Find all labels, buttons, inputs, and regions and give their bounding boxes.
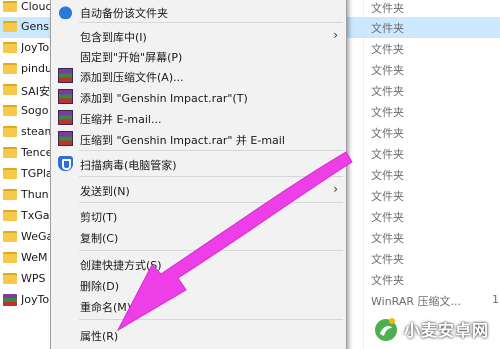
watermark: 小麦安卓网 [370,314,496,344]
file-name: Thun [21,188,49,201]
winrar-icon [58,110,73,125]
file-name: Tence [21,146,51,159]
folder-icon [3,231,17,242]
menu-item-label: 复制(C) [80,232,119,245]
winrar-icon [58,89,73,104]
menu-separator [79,150,343,151]
file-name: SAI安 [21,85,50,98]
menu-item-label: 删除(D) [80,280,120,293]
file-type: 文件夹 [371,232,404,245]
menu-item-label: 添加到 "Genshin Impact.rar"(T) [80,92,248,105]
file-type: WinRAR 压缩文... [371,295,462,308]
shield-icon [58,156,73,171]
menu-item-label: 压缩到 "Genshin Impact.rar" 并 E-mail [80,134,285,147]
menu-item-label: 包含到库中(I) [80,31,147,44]
file-type: 文件夹 [371,64,404,77]
menu-item-label: 创建快捷方式(S) [80,259,162,272]
folder-icon [3,168,17,179]
file-type: 文件夹 [371,127,404,140]
file-name: JoyTo [21,41,50,54]
folder-icon [3,63,17,74]
menu-item-rename[interactable]: 重命名(M) [51,295,346,316]
menu-separator [79,22,343,23]
file-name: WeGa [21,230,51,243]
folder-icon [3,21,17,32]
menu-item-label: 发送到(N) [80,185,130,198]
file-name: WPS [21,272,46,285]
menu-item-scan-virus[interactable]: 扫描病毒(电脑管家) [51,153,346,174]
folder-icon [3,126,17,137]
folder-icon [3,273,17,284]
menu-item-label: 重命名(M) [80,301,132,314]
menu-item-delete[interactable]: 删除(D) [51,274,346,295]
menu-item-label: 自动备份该文件夹 [80,7,168,20]
winrar-archive-icon [3,294,17,306]
menu-item-add-to-archive[interactable]: 添加到压缩文件(A)... [51,65,346,86]
file-name: Cloud [21,0,51,13]
folder-icon [3,189,17,200]
context-menu: 自动备份该文件夹 包含到库中(I) › 固定到"开始"屏幕(P) 添加到压缩文件… [50,0,347,349]
menu-item-send-to[interactable]: 发送到(N) › [51,179,346,200]
menu-item-compress-to-rar-email[interactable]: 压缩到 "Genshin Impact.rar" 并 E-mail [51,128,346,149]
file-type: 文件夹 [371,169,404,182]
file-name: TGPla [21,167,51,180]
file-name: Gens [21,20,49,33]
folder-icon [3,1,17,12]
file-name: Sogo [21,104,49,117]
file-name: TxGa [21,209,50,222]
folder-icon [3,147,17,158]
menu-item-label: 添加到压缩文件(A)... [80,71,184,84]
file-type: 文件夹 [371,106,404,119]
folder-icon [3,105,17,116]
file-size: 1, [492,293,500,306]
file-type: 文件夹 [371,211,404,224]
file-type: 文件夹 [371,85,404,98]
menu-item-properties[interactable]: 属性(R) [51,324,346,345]
winrar-icon [58,131,73,146]
file-type: 文件夹 [371,22,404,35]
file-type: 文件夹 [371,2,404,15]
menu-item-include-in-library[interactable]: 包含到库中(I) › [51,25,346,46]
file-type: 文件夹 [371,190,404,203]
menu-separator [79,319,343,320]
menu-item-label: 扫描病毒(电脑管家) [80,159,177,172]
menu-item-copy[interactable]: 复制(C) [51,226,346,247]
menu-item-label: 压缩并 E-mail... [80,113,162,126]
file-name: steam [21,125,51,138]
menu-item-label: 剪切(T) [80,211,118,224]
watermark-logo-icon [373,317,399,343]
file-type: 文件夹 [371,253,404,266]
menu-separator [79,202,343,203]
menu-item-add-to-genshin-rar[interactable]: 添加到 "Genshin Impact.rar"(T) [51,86,346,107]
file-name: WeM [21,251,48,264]
menu-separator [79,176,343,177]
winrar-icon [58,68,73,83]
menu-item-create-shortcut[interactable]: 创建快捷方式(S) [51,253,346,274]
folder-icon [3,210,17,221]
folder-icon [3,42,17,53]
chevron-right-icon: › [333,28,338,42]
menu-item-label: 固定到"开始"屏幕(P) [80,51,183,64]
menu-item-compress-email[interactable]: 压缩并 E-mail... [51,107,346,128]
menu-item-cut[interactable]: 剪切(T) [51,205,346,226]
file-type: 文件夹 [371,274,404,287]
cloud-backup-icon [58,4,73,19]
menu-separator [79,250,343,251]
menu-item-pin-to-start[interactable]: 固定到"开始"屏幕(P) [51,45,346,66]
menu-item-label: 属性(R) [80,330,119,343]
watermark-text: 小麦安卓网 [404,321,490,340]
folder-icon [3,252,17,263]
file-type: 文件夹 [371,148,404,161]
file-name: pindu [21,62,51,75]
chevron-right-icon: › [333,182,338,196]
folder-icon [3,84,17,95]
menu-item-auto-backup[interactable]: 自动备份该文件夹 [51,1,346,22]
file-name: JoyTo [21,293,50,306]
file-type: 文件夹 [371,43,404,56]
